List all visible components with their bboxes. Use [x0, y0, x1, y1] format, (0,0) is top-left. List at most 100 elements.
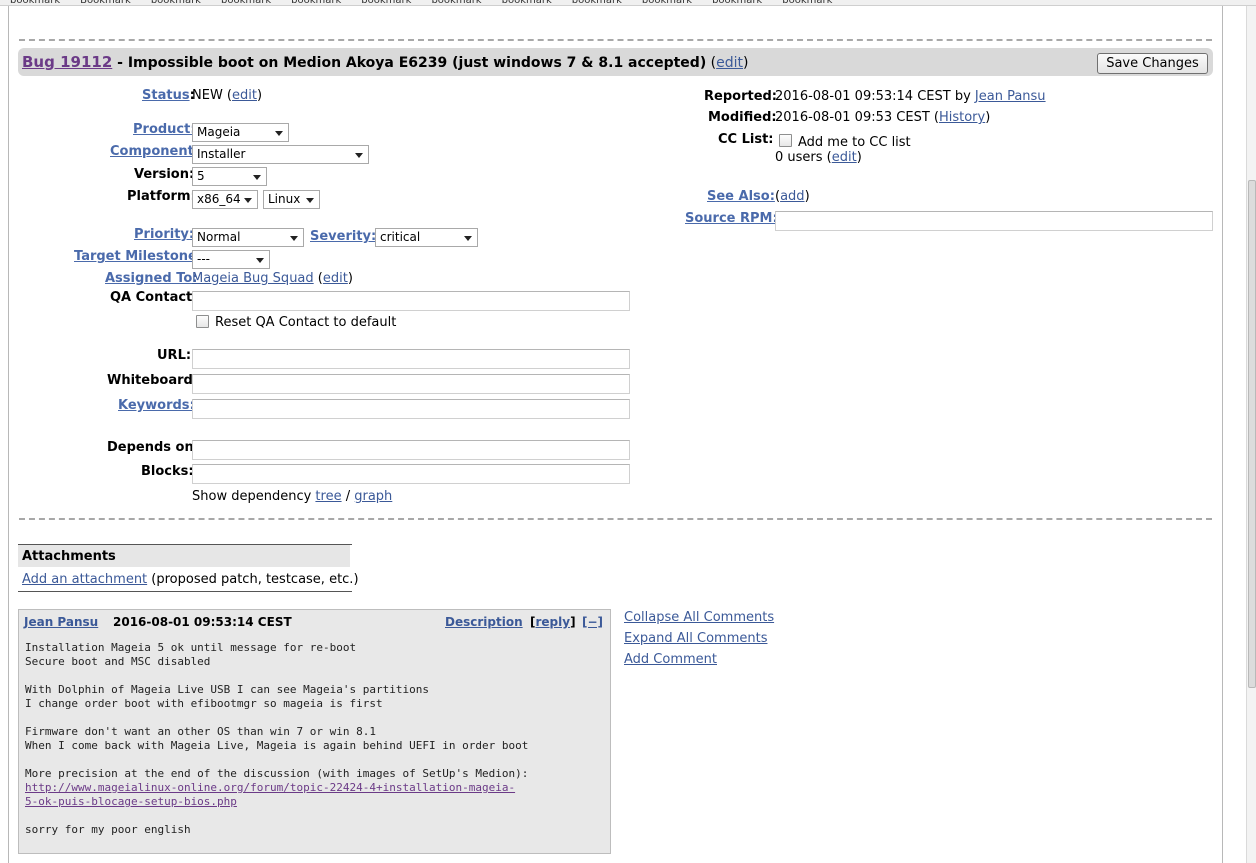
product-label[interactable]: Product: — [133, 122, 196, 137]
see-also-add-link[interactable]: add — [780, 189, 804, 204]
expand-all-comments-link[interactable]: Expand All Comments — [624, 628, 774, 649]
target-milestone-select[interactable]: --- — [192, 250, 270, 269]
bookmark-item[interactable]: bookmark — [572, 0, 622, 5]
bug-id-link[interactable]: Bug 19112 — [22, 53, 112, 71]
depends-on-label: Depends on: — [107, 440, 199, 455]
chevron-down-icon — [306, 198, 314, 203]
paren: ) — [856, 150, 862, 165]
collapse-all-comments-link[interactable]: Collapse All Comments — [624, 607, 774, 628]
severity-select[interactable]: critical — [375, 228, 478, 247]
assigned-to-label[interactable]: Assigned To: — [105, 271, 197, 286]
page-right-border — [1222, 6, 1223, 863]
comment-author-link[interactable]: Jean Pansu — [24, 615, 98, 629]
url-input[interactable] — [192, 349, 630, 369]
chevron-down-icon — [275, 131, 283, 136]
reset-qa-label: Reset QA Contact to default — [215, 315, 397, 330]
history-link[interactable]: History — [939, 110, 985, 125]
component-label[interactable]: Component: — [110, 144, 199, 159]
reported-value: 2016-08-01 09:53:14 CEST by — [775, 89, 975, 104]
bookmark-item[interactable]: bookmark — [291, 0, 341, 5]
target-milestone-label[interactable]: Target Milestone: — [74, 249, 202, 264]
comment-line: sorry for my poor english — [25, 823, 191, 836]
product-select[interactable]: Mageia — [192, 123, 289, 142]
paren: ( — [706, 55, 717, 71]
status-edit-link[interactable]: edit — [232, 88, 257, 103]
comment-header: Jean Pansu 2016-08-01 09:53:14 CEST Desc… — [24, 615, 604, 633]
comment-url-link-cont[interactable]: 5-ok-puis-blocage-setup-bios.php — [25, 795, 237, 808]
dependency-graph-link[interactable]: graph — [354, 489, 392, 504]
description-link[interactable]: Description — [445, 615, 523, 629]
reported-row: 2016-08-01 09:53:14 CEST by Jean Pansu — [775, 89, 1046, 104]
bookmark-item[interactable]: bookmark — [431, 0, 481, 5]
show-dependency-row: Show dependency tree / graph — [192, 489, 392, 504]
bookmark-item[interactable]: bookmark — [10, 0, 60, 5]
reset-qa-checkbox[interactable] — [196, 315, 209, 328]
priority-select[interactable]: Normal — [192, 228, 304, 247]
cc-list-label: CC List: — [718, 132, 774, 147]
bookmark-item[interactable]: bookmark — [221, 0, 271, 5]
priority-value: Normal — [197, 230, 241, 244]
bookmark-item[interactable]: bookmark — [712, 0, 762, 5]
see-also-label[interactable]: See Also: — [707, 189, 775, 204]
page-title: Bug 19112 - Impossible boot on Medion Ak… — [22, 53, 749, 71]
add-comment-link[interactable]: Add Comment — [624, 649, 774, 670]
cc-users-row: 0 users (edit) — [775, 150, 862, 165]
bookmark-item[interactable]: bookmark — [782, 0, 832, 5]
severity-label[interactable]: Severity: — [310, 229, 376, 244]
scrollbar-thumb[interactable] — [1248, 180, 1256, 688]
comment-date: 2016-08-01 09:53:14 CEST — [113, 615, 292, 629]
comment-url-link[interactable]: http://www.mageialinux-online.org/forum/… — [25, 781, 515, 794]
component-select[interactable]: Installer — [192, 145, 369, 164]
collapse-comment-link[interactable]: [−] — [582, 615, 603, 629]
bookmark-item[interactable]: bookmark — [642, 0, 692, 5]
status-value-row: NEW (edit) — [192, 88, 263, 103]
product-value: Mageia — [197, 125, 241, 139]
comment-body: Installation Mageia 5 ok until message f… — [25, 641, 528, 837]
priority-label[interactable]: Priority: — [134, 227, 194, 242]
dependency-tree-link[interactable]: tree — [315, 489, 341, 504]
chevron-down-icon — [244, 198, 252, 203]
bracket: ] — [570, 615, 576, 629]
reported-label: Reported: — [704, 89, 778, 104]
bookmark-item[interactable]: bookmark — [151, 0, 201, 5]
add-attachment-link[interactable]: Add an attachment — [22, 572, 147, 587]
platform-os-select[interactable]: Linux — [263, 190, 320, 209]
keywords-input[interactable] — [192, 399, 630, 419]
status-value: NEW — [192, 88, 223, 103]
bookmark-item[interactable]: bookmark — [361, 0, 411, 5]
separator: / — [341, 489, 355, 504]
status-label[interactable]: Status — [142, 88, 190, 103]
assigned-to-row: Mageia Bug Squad (edit) — [192, 271, 353, 286]
comment-line: When I come back with Mageia Live, Magei… — [25, 739, 529, 752]
cc-users-count: 0 users ( — [775, 150, 832, 165]
assignee-link[interactable]: Mageia Bug Squad — [192, 271, 314, 286]
attachments-header: Attachments — [18, 545, 350, 567]
depends-on-input[interactable] — [192, 440, 630, 460]
add-me-cc-checkbox[interactable] — [779, 134, 792, 147]
comment-line: Installation Mageia 5 ok until message f… — [25, 641, 357, 654]
modified-value: 2016-08-01 09:53 CEST ( — [775, 110, 939, 125]
cc-edit-link[interactable]: edit — [832, 150, 857, 165]
see-also-row: (add) — [775, 189, 810, 204]
blocks-input[interactable] — [192, 464, 630, 484]
bookmark-item[interactable]: Bookmark — [80, 0, 131, 5]
qa-contact-input[interactable] — [192, 291, 630, 311]
chevron-down-icon — [290, 236, 298, 241]
reply-link[interactable]: reply — [535, 615, 570, 629]
assignee-edit-link[interactable]: edit — [323, 271, 348, 286]
version-select[interactable]: 5 — [192, 167, 267, 186]
whiteboard-input[interactable] — [192, 374, 630, 394]
save-changes-button[interactable]: Save Changes — [1097, 53, 1208, 74]
title-edit-link[interactable]: edit — [716, 55, 743, 71]
bookmarks-bar: bookmark Bookmark bookmark bookmark bookmark… — [0, 0, 1256, 6]
divider-middle — [19, 518, 1212, 520]
paren: ) — [985, 110, 991, 125]
reply-group: [reply] — [530, 615, 576, 629]
comment-line: Secure boot and MSC disabled — [25, 655, 211, 668]
source-rpm-input[interactable] — [775, 211, 1213, 231]
bookmark-item[interactable]: bookmark — [502, 0, 552, 5]
platform-arch-select[interactable]: x86_64 — [192, 190, 258, 209]
source-rpm-label[interactable]: Source RPM: — [685, 211, 778, 226]
keywords-label[interactable]: Keywords: — [118, 398, 195, 413]
reporter-link[interactable]: Jean Pansu — [975, 89, 1046, 104]
